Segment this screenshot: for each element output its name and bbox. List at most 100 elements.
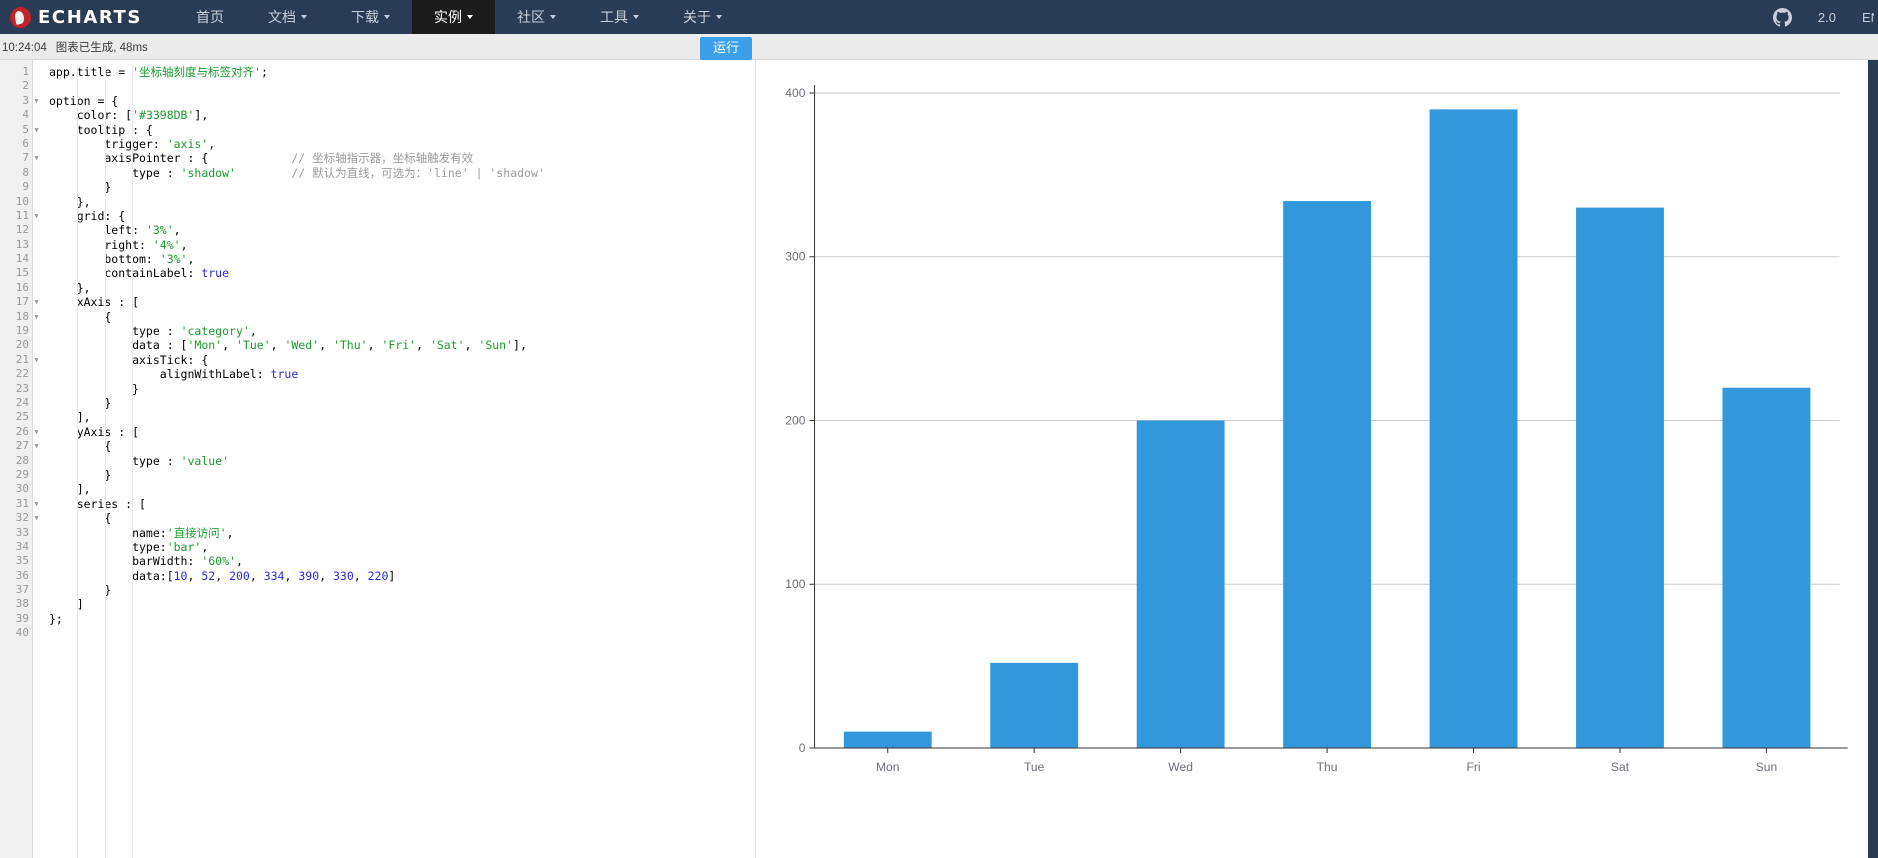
code-line[interactable]: type : 'value': [49, 454, 755, 468]
code-line[interactable]: };: [49, 612, 755, 626]
code-line[interactable]: color: ['#3398DB'],: [49, 108, 755, 122]
code-text-area[interactable]: app.title = '坐标轴刻度与标签对齐'; option = { col…: [33, 60, 755, 858]
nav-download[interactable]: 下载: [329, 0, 412, 34]
code-line[interactable]: [49, 79, 755, 93]
code-line[interactable]: right: '4%',: [49, 238, 755, 252]
line-number: 4: [22, 108, 29, 122]
status-detail: 图表已生成, 48ms: [55, 41, 148, 54]
line-number: 27 ▼: [0, 439, 39, 453]
line-number: 10: [15, 194, 29, 208]
code-editor-pane[interactable]: 1 2 3 ▼ 4 5 ▼ 6 7 ▼ 8 9 10 11 ▼ 12 13 14 15 16 17 ▼ 18 ▼ 19 20 21 ▼…: [0, 60, 756, 858]
code-line[interactable]: bottom: '3%',: [49, 252, 755, 266]
indent-guide: [76, 65, 78, 858]
code-line[interactable]: app.title = '坐标轴刻度与标签对齐';: [49, 65, 755, 79]
line-number: 2: [22, 79, 29, 93]
line-number: 14: [15, 252, 29, 266]
bar-Sat[interactable]: [1576, 207, 1664, 748]
nav-home[interactable]: 首页: [174, 0, 246, 34]
nav-about[interactable]: 关于: [661, 0, 744, 34]
line-number: 8: [22, 165, 29, 179]
code-line[interactable]: grid: {: [49, 209, 755, 223]
code-line[interactable]: ],: [49, 482, 755, 496]
code-line[interactable]: }: [49, 180, 755, 194]
status-bar: 10:24:04 图表已生成, 48ms 运行: [0, 34, 1878, 61]
code-line[interactable]: alignWithLabel: true: [49, 367, 755, 381]
chevron-down-icon: [301, 15, 307, 19]
line-number: 40: [15, 626, 29, 640]
line-number: 13: [15, 237, 29, 251]
header-right-tools: 2.0 EN: [1772, 0, 1878, 34]
nav-label: 实例: [434, 9, 462, 25]
code-line[interactable]: [49, 626, 755, 640]
echarts-logo-icon: [10, 6, 31, 28]
indent-guide: [132, 65, 134, 858]
code-line[interactable]: }: [49, 396, 755, 410]
code-line[interactable]: },: [49, 195, 755, 209]
nav-label: 首页: [196, 9, 224, 25]
x-axis-label: Thu: [1317, 760, 1338, 774]
line-number: 31 ▼: [0, 497, 39, 511]
code-line[interactable]: },: [49, 281, 755, 295]
bar-Sun[interactable]: [1722, 387, 1811, 748]
line-number: 23: [15, 381, 29, 395]
y-axis-label: 400: [785, 86, 805, 100]
code-line[interactable]: containLabel: true: [49, 266, 755, 280]
run-button[interactable]: 运行: [700, 37, 753, 61]
bar-Thu[interactable]: [1283, 201, 1372, 748]
echarts-canvas[interactable]: 0 100 200 300 400 Mon Tue Wed Thu Fri Sat Sun: [756, 60, 1878, 858]
x-axis-label: Sat: [1611, 760, 1630, 774]
code-line[interactable]: axisPointer : { // 坐标轴指示器，坐标轴触发有效: [49, 151, 755, 165]
code-line[interactable]: type:'bar',: [49, 540, 755, 554]
right-edge-strip: [1868, 60, 1878, 858]
code-line[interactable]: barWidth: '60%',: [49, 554, 755, 568]
line-number: 12: [15, 223, 29, 237]
code-line[interactable]: {: [49, 310, 755, 324]
nav-label: 社区: [517, 9, 545, 25]
code-line[interactable]: }: [49, 382, 755, 396]
github-icon[interactable]: [1772, 7, 1792, 27]
code-line[interactable]: type : 'category',: [49, 324, 755, 338]
nav-examples[interactable]: 实例: [412, 0, 495, 34]
code-line[interactable]: left: '3%',: [49, 223, 755, 237]
code-line[interactable]: option = {: [49, 94, 755, 108]
bar-chart[interactable]: 0 100 200 300 400 Mon Tue Wed Thu Fri Sat Sun: [756, 60, 1878, 858]
code-line[interactable]: data : ['Mon', 'Tue', 'Wed', 'Thu', 'Fri…: [49, 338, 755, 352]
code-line[interactable]: trigger: 'axis',: [49, 137, 755, 151]
version-label[interactable]: 2.0: [1818, 10, 1836, 25]
code-line[interactable]: tooltip : {: [49, 123, 755, 137]
code-line[interactable]: name:'直接访问',: [49, 526, 755, 540]
nav-label: 下载: [351, 9, 379, 25]
nav-docs[interactable]: 文档: [246, 0, 329, 34]
chevron-down-icon: [550, 15, 556, 19]
chevron-down-icon: [716, 15, 722, 19]
x-axis-label: Wed: [1168, 760, 1193, 774]
bar-Mon[interactable]: [843, 731, 932, 748]
brand-logo[interactable]: ECHARTS: [0, 0, 156, 34]
line-number: 26 ▼: [0, 425, 39, 439]
bar-Fri[interactable]: [1429, 109, 1518, 748]
nav-community[interactable]: 社区: [495, 0, 578, 34]
language-selector[interactable]: EN: [1862, 10, 1874, 25]
line-number: 6: [22, 136, 29, 150]
code-line[interactable]: }: [49, 468, 755, 482]
nav-label: 关于: [683, 9, 711, 25]
code-line[interactable]: }: [49, 583, 755, 597]
code-line[interactable]: series : [: [49, 497, 755, 511]
line-number: 25: [15, 410, 29, 424]
bar-Wed[interactable]: [1136, 420, 1225, 749]
code-line[interactable]: ]: [49, 597, 755, 611]
nav-tools[interactable]: 工具: [578, 0, 661, 34]
code-line[interactable]: yAxis : [: [49, 425, 755, 439]
code-line[interactable]: {: [49, 439, 755, 453]
code-line[interactable]: axisTick: {: [49, 353, 755, 367]
code-line[interactable]: data:[10, 52, 200, 334, 390, 330, 220]: [49, 569, 755, 583]
code-line[interactable]: xAxis : [: [49, 295, 755, 309]
line-number: 35: [15, 554, 29, 568]
workspace: 1 2 3 ▼ 4 5 ▼ 6 7 ▼ 8 9 10 11 ▼ 12 13 14 15 16 17 ▼ 18 ▼ 19 20 21 ▼…: [0, 60, 1878, 858]
line-number: 19: [15, 324, 29, 338]
line-number: 11 ▼: [0, 209, 39, 223]
bar-Tue[interactable]: [990, 662, 1079, 748]
code-line[interactable]: type : 'shadow' // 默认为直线，可选为：'line' | 's…: [49, 166, 755, 180]
code-line[interactable]: {: [49, 511, 755, 525]
code-line[interactable]: ],: [49, 410, 755, 424]
